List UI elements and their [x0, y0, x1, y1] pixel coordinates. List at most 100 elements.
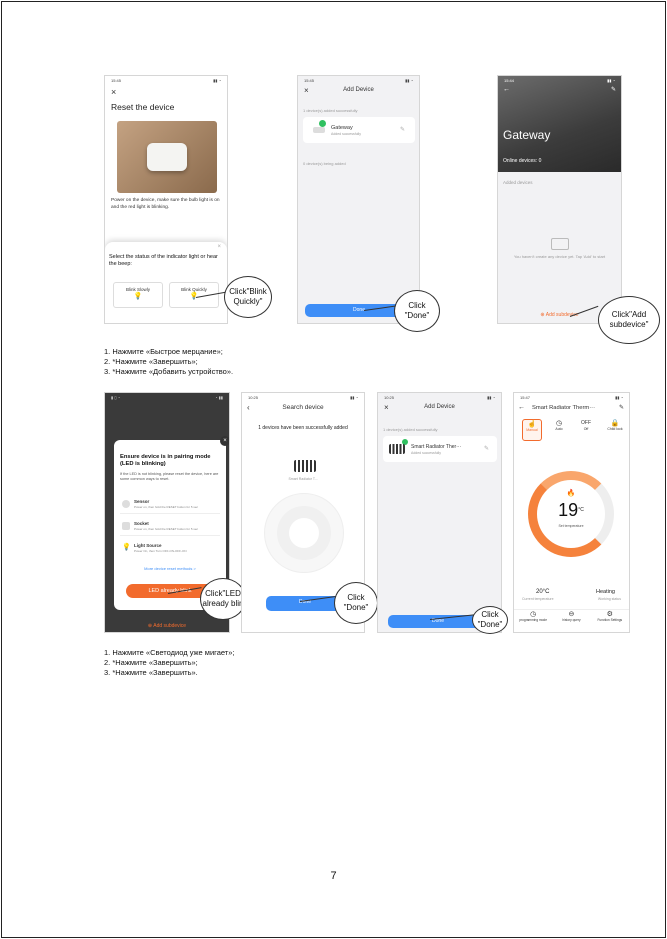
bulb-icon: 💡	[133, 293, 143, 300]
mode-child-lock[interactable]: 🔒 Child lock	[603, 419, 627, 441]
radiator-icon	[294, 460, 316, 472]
device-status: Added successfully	[411, 451, 441, 455]
mode-auto[interactable]: ◷ Auto	[549, 419, 569, 441]
item-desc: Power on, then hold the RESET button for…	[134, 527, 198, 531]
adding-label: 0 device(s) being added	[303, 161, 346, 166]
page-title: Reset the device	[111, 102, 175, 112]
screenshot-add-device: 15:45 ▮▮ ◔ × Add Device 1 device(s) added…	[297, 75, 420, 324]
reset-item-sensor: Sensor Power on, then hold the RESET but…	[120, 496, 220, 514]
reset-item-light-source: 💡 Light Source Power On, then Turn OFF-O…	[120, 540, 220, 558]
device-name: Gateway	[331, 125, 353, 131]
success-check-icon	[319, 120, 326, 127]
mode-label: Child lock	[607, 427, 623, 431]
settings-icon: ⚙	[606, 611, 613, 618]
modal-close-icon[interactable]: ×	[220, 436, 229, 446]
nav-label: programming mode	[519, 618, 547, 622]
mode-off[interactable]: OFF Off	[576, 419, 596, 441]
instruction-line: 3. *Нажмите «Добавить устройство».	[104, 367, 234, 376]
item-title: Sensor	[134, 499, 150, 504]
screenshot-thermostat: 15:47 ▮▮ ◔ ← Smart Radiator Therm··· ✎ ☝ …	[513, 392, 630, 633]
page-title: Add Device	[343, 87, 374, 93]
plus-circle-icon: ⊕	[147, 623, 153, 629]
callout-done-3: Click "Done"	[472, 606, 508, 634]
callout-led-already-blink: Click"LED already blin	[200, 578, 246, 620]
edit-icon[interactable]: ✎	[400, 126, 405, 133]
more-reset-methods-link[interactable]: More device reset methods >	[114, 566, 226, 571]
modal-description: If the LED is not blinking, please reset…	[120, 472, 219, 481]
blink-slowly-option[interactable]: Blink Slowly 💡	[113, 282, 163, 308]
device-name: Smart Radiator Ther···	[411, 444, 462, 450]
added-devices-label: Added devices	[503, 180, 533, 185]
flame-icon: 🔥	[566, 490, 576, 497]
nav-history-query[interactable]: ⊖ history query	[553, 610, 589, 632]
success-message: 1 devices have been successfully added	[258, 425, 348, 431]
empty-message: You haven't create any device yet. Tap '…	[513, 254, 606, 259]
working-status-label: Working status	[597, 597, 621, 601]
item-desc: Power on, then hold the RESET button for…	[134, 505, 198, 509]
reset-item-socket: Socket Power on, then hold the RESET but…	[120, 518, 220, 536]
bottom-nav: ◷ programming mode ⊖ history query ⚙ Fun…	[514, 609, 629, 632]
found-device-label: Smart Radiator T...	[288, 477, 318, 481]
back-icon[interactable]: ←	[503, 86, 510, 93]
nav-programming-mode[interactable]: ◷ programming mode	[515, 610, 551, 632]
sheet-close-icon[interactable]: ×	[217, 244, 221, 250]
room-photo: 15:44 ▮▮ ◔ ← ✎ Gateway Online devices: 0	[498, 76, 621, 172]
status-bar: 10:25 ▮▮ ◔	[384, 395, 495, 400]
instructions-1: 1. Нажмите «Быстрое мерцание»; 2. *Нажми…	[104, 347, 233, 377]
radiator-icon	[389, 444, 405, 454]
close-icon[interactable]: ×	[111, 87, 116, 97]
reset-description: Power on the device, make sure the bulb …	[111, 198, 220, 210]
current-temperature: 20°C	[536, 589, 550, 595]
callout-add-subdevice: Click"Add subdevice"	[598, 296, 660, 344]
status-bar: ▮ ▯ ◔ ◔ ▮▮	[111, 395, 223, 400]
instruction-line: 1. Нажмите «Быстрое мерцание»;	[104, 347, 223, 356]
clock-icon: ◷	[555, 420, 563, 427]
hand-icon: ☝	[527, 421, 537, 428]
gateway-device-image	[147, 143, 187, 171]
screenshot-reset-device: 15:45 ▮▮ ◔ × Reset the device Power on th…	[104, 75, 228, 324]
page-number: 7	[330, 870, 337, 882]
empty-box-icon	[551, 238, 569, 250]
mode-label: Auto	[555, 427, 563, 431]
bottom-sheet: × Select the status of the indicator lig…	[105, 242, 227, 323]
socket-icon	[122, 522, 130, 530]
working-status: Heating	[596, 589, 615, 595]
power-off-icon: OFF	[581, 420, 591, 426]
gateway-title: Gateway	[503, 128, 551, 142]
added-label: 1 device(s) added successfully	[383, 427, 438, 432]
edit-icon[interactable]: ✎	[619, 404, 624, 411]
temperature-dial[interactable]: 🔥 19°C Set temperature	[528, 471, 614, 557]
set-temperature-label: Set temperature	[558, 524, 584, 528]
back-icon[interactable]: ←	[518, 404, 525, 411]
online-devices: Online devices: 0	[503, 158, 542, 164]
sheet-title: Select the status of the indicator light…	[109, 254, 218, 267]
callout-done-2: Click "Done"	[334, 582, 378, 624]
edit-icon[interactable]: ✎	[611, 86, 616, 93]
instructions-2: 1. Нажмите «Светодиод уже мигает»; 2. *Н…	[104, 648, 235, 678]
add-subdevice-label: Add subdevice	[153, 623, 187, 629]
device-card[interactable]: Smart Radiator Ther··· Added successfull…	[383, 436, 497, 462]
temp-unit: °C	[578, 507, 584, 513]
edit-icon[interactable]: ✎	[484, 445, 489, 452]
device-card[interactable]: Gateway Added successfully ✎	[303, 117, 415, 143]
status-bar: 15:44 ▮▮ ◔	[504, 78, 615, 83]
status-bar: 15:45 ▮▮ ◔	[304, 78, 413, 83]
instruction-line: 3. *Нажмите «Завершить».	[104, 668, 198, 677]
instruction-line: 2. *Нажмите «Завершить»;	[104, 658, 198, 667]
radar-rings	[264, 493, 344, 573]
set-temperature-value: 19°C	[537, 500, 605, 520]
temp-number: 19	[558, 500, 579, 520]
status-bar: 15:45 ▮▮ ◔	[111, 78, 221, 83]
item-title: Light Source	[134, 543, 162, 548]
mode-manual[interactable]: ☝ Manual	[522, 419, 542, 441]
status-bar: 10:25 ▮▮ ◔	[248, 395, 358, 400]
nav-function-settings[interactable]: ⚙ Function Settings	[592, 610, 628, 632]
item-title: Socket	[134, 521, 149, 526]
callout-done-1: Click "Done"	[394, 290, 440, 332]
done-button[interactable]: Done	[266, 596, 344, 611]
add-subdevice-link[interactable]: ⊕ Add subdevice	[105, 623, 229, 629]
callout-blink-quickly: Click"Blink Quickly"	[224, 276, 272, 318]
sensor-icon	[122, 500, 130, 508]
page-title: Search device	[282, 404, 324, 411]
instruction-line: 2. *Нажмите «Завершить»;	[104, 357, 198, 366]
